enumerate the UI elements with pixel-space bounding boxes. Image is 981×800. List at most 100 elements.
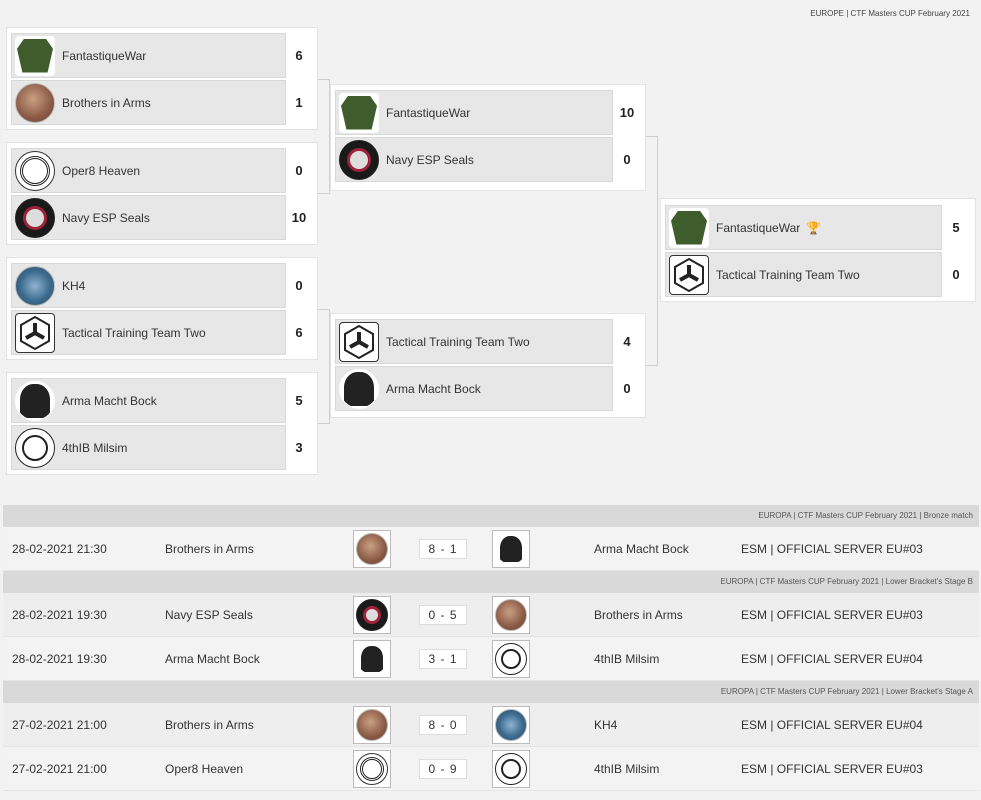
tactical-training-logo-icon — [339, 321, 379, 362]
team1-logo — [353, 640, 391, 678]
team-score: 0 — [623, 152, 631, 167]
team1-logo — [353, 530, 391, 568]
match-team2[interactable]: Arma Macht Bock — [594, 542, 689, 556]
match-team2[interactable]: KH4 — [594, 718, 617, 732]
team-name: Oper8 Heaven — [62, 163, 141, 178]
team-score: 5 — [952, 220, 960, 235]
match-team2[interactable]: 4thIB Milsim — [594, 652, 659, 666]
team-score: 0 — [952, 267, 960, 282]
team-name: FantastiqueWar — [386, 105, 471, 120]
team-row[interactable]: Tactical Training Team Two — [335, 319, 613, 364]
match-team1[interactable]: Navy ESP Seals — [165, 608, 253, 622]
fantastiquewar-logo-icon — [15, 35, 55, 76]
match-score[interactable]: 8 - 1 — [419, 539, 467, 559]
match-r2-2: Tactical Training Team Two 4 Arma Macht … — [330, 313, 646, 418]
team-row[interactable]: Tactical Training Team Two — [665, 252, 942, 297]
match-server: ESM | OFFICIAL SERVER EU#03 — [741, 542, 923, 556]
tactical-training-logo-icon — [15, 312, 55, 353]
team-score: 3 — [295, 440, 303, 455]
match-r1-4: Arma Macht Bock 5 4thIB Milsim 3 — [6, 372, 318, 475]
match-r1-3: KH4 0 Tactical Training Team Two 6 — [6, 257, 318, 360]
schedule-group-header: EUROPA | CTF Masters CUP February 2021 |… — [3, 681, 979, 703]
team-row[interactable]: Navy ESP Seals — [11, 195, 286, 240]
team-score: 10 — [619, 105, 635, 120]
match-server: ESM | OFFICIAL SERVER EU#03 — [741, 608, 923, 622]
arma-macht-bock-logo-icon — [356, 643, 388, 675]
navy-esp-seals-logo-icon — [15, 197, 55, 238]
bracket: FantastiqueWar 6 Brothers in Arms 1 Oper… — [0, 0, 981, 500]
brothers-in-arms-logo-icon — [356, 709, 388, 741]
team-row[interactable]: 4thIB Milsim — [11, 425, 286, 470]
team-name: FantastiqueWar — [62, 48, 147, 63]
trophy-icon: 🏆 — [806, 220, 822, 235]
team-score: 0 — [623, 381, 631, 396]
match-team1[interactable]: Brothers in Arms — [165, 718, 254, 732]
brothers-in-arms-logo-icon — [495, 599, 527, 631]
team1-logo — [353, 596, 391, 634]
team-score: 6 — [295, 325, 303, 340]
team-name: Tactical Training Team Two — [716, 267, 860, 282]
match-team2[interactable]: Brothers in Arms — [594, 608, 683, 622]
match-team1[interactable]: Brothers in Arms — [165, 542, 254, 556]
team-name: Brothers in Arms — [62, 95, 151, 110]
oper8-heaven-logo-icon — [356, 753, 388, 785]
match-final: FantastiqueWar 🏆 5 Tactical Training Tea… — [660, 198, 976, 302]
schedule-group-header: EUROPA | CTF Masters CUP February 2021 |… — [3, 571, 979, 593]
team-row[interactable]: Arma Macht Bock — [335, 366, 613, 411]
match-team1[interactable]: Oper8 Heaven — [165, 762, 243, 776]
match-date: 28-02-2021 19:30 — [12, 608, 107, 622]
schedule-row[interactable]: 27-02-2021 21:00 Oper8 Heaven 0 - 9 4thI… — [3, 747, 979, 791]
team-row[interactable]: Tactical Training Team Two — [11, 310, 286, 355]
brothers-in-arms-logo-icon — [356, 533, 388, 565]
team-row[interactable]: KH4 — [11, 263, 286, 308]
match-score[interactable]: 3 - 1 — [419, 649, 467, 669]
fantastiquewar-logo-icon — [339, 92, 379, 133]
team-name: Navy ESP Seals — [62, 210, 150, 225]
schedule-group-header: EUROPA | CTF Masters CUP February 2021 |… — [3, 505, 979, 527]
team-score: 0 — [295, 278, 303, 293]
team-score: 4 — [623, 334, 631, 349]
team-row[interactable]: Arma Macht Bock — [11, 378, 286, 423]
team-score: 0 — [295, 163, 303, 178]
team-name: FantastiqueWar — [716, 220, 801, 235]
match-server: ESM | OFFICIAL SERVER EU#03 — [741, 762, 923, 776]
match-server: ESM | OFFICIAL SERVER EU#04 — [741, 718, 923, 732]
bracket-connector — [646, 136, 658, 366]
match-score[interactable]: 0 - 9 — [419, 759, 467, 779]
team1-logo — [353, 706, 391, 744]
brothers-in-arms-logo-icon — [15, 82, 55, 123]
team-row[interactable]: Oper8 Heaven — [11, 148, 286, 193]
match-r1-2: Oper8 Heaven 0 Navy ESP Seals 10 — [6, 142, 318, 245]
team2-logo — [492, 596, 530, 634]
match-score[interactable]: 8 - 0 — [419, 715, 467, 735]
match-score[interactable]: 0 - 5 — [419, 605, 467, 625]
schedule-row[interactable]: 28-02-2021 21:30 Brothers in Arms 8 - 1 … — [3, 527, 979, 571]
team-name: Navy ESP Seals — [386, 152, 474, 167]
team2-logo — [492, 750, 530, 788]
team-row[interactable]: FantastiqueWar — [335, 90, 613, 135]
arma-macht-bock-logo-icon — [15, 380, 55, 421]
team-row[interactable]: FantastiqueWar 🏆 — [665, 205, 942, 250]
team-score: 6 — [295, 48, 303, 63]
team-row[interactable]: FantastiqueWar — [11, 33, 286, 78]
team-row[interactable]: Navy ESP Seals — [335, 137, 613, 182]
schedule-row[interactable]: 27-02-2021 21:00 Brothers in Arms 8 - 0 … — [3, 703, 979, 747]
4thib-milsim-logo-icon — [495, 643, 527, 675]
team-score: 10 — [291, 210, 307, 225]
match-team1[interactable]: Arma Macht Bock — [165, 652, 260, 666]
team-score: 5 — [295, 393, 303, 408]
schedule-row[interactable]: 28-02-2021 19:30 Arma Macht Bock 3 - 1 4… — [3, 637, 979, 681]
team-name: Arma Macht Bock — [386, 381, 481, 396]
arma-macht-bock-logo-icon — [495, 533, 527, 565]
team-name: Tactical Training Team Two — [386, 334, 530, 349]
match-team2[interactable]: 4thIB Milsim — [594, 762, 659, 776]
kh4-logo-icon — [495, 709, 527, 741]
oper8-heaven-logo-icon — [15, 150, 55, 191]
bracket-connector — [318, 79, 330, 194]
4thib-milsim-logo-icon — [15, 427, 55, 468]
team1-logo — [353, 750, 391, 788]
4thib-milsim-logo-icon — [495, 753, 527, 785]
bracket-connector — [318, 309, 330, 424]
team-row[interactable]: Brothers in Arms — [11, 80, 286, 125]
schedule-row[interactable]: 28-02-2021 19:30 Navy ESP Seals 0 - 5 Br… — [3, 593, 979, 637]
